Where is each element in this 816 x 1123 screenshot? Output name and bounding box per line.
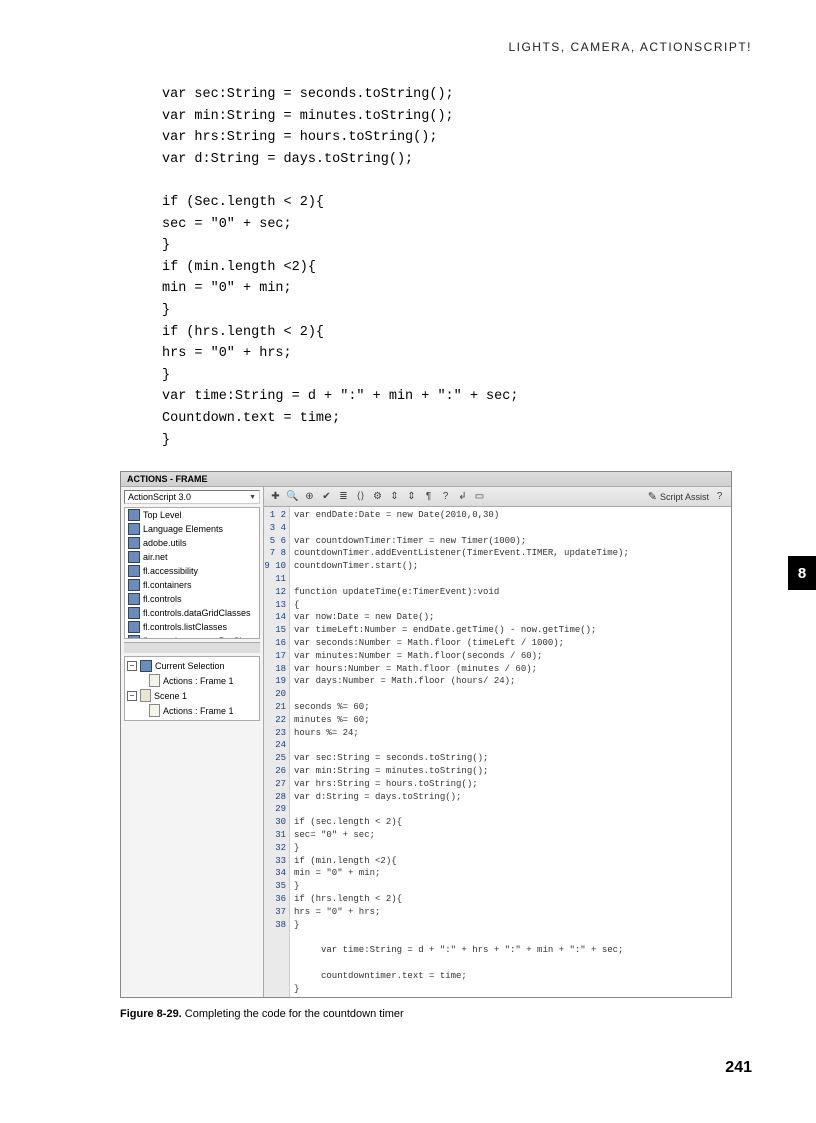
package-icon: [128, 565, 140, 577]
help-icon[interactable]: ?: [439, 490, 452, 503]
target-icon[interactable]: ⊕: [303, 490, 316, 503]
tree-item: fl.controls.progressBarClasses: [125, 634, 259, 639]
editor-toolbar: ✚ 🔍 ⊕ ✔ ≣ ⟨⟩ ⚙ ⇕ ⇕ ¶ ? ↲ ▭ ✎Script Assis…: [264, 487, 731, 507]
code-editor[interactable]: 1 2 3 4 5 6 7 8 9 10 11 12 13 14 15 16 1…: [264, 507, 731, 997]
package-icon: [128, 579, 140, 591]
chapter-tab: 8: [788, 556, 816, 590]
wand-icon: ✎: [648, 490, 657, 503]
running-head: LIGHTS, CAMERA, ACTIONSCRIPT!: [50, 40, 752, 54]
chevron-down-icon: ▼: [249, 494, 256, 501]
code-listing: var sec:String = seconds.toString(); var…: [162, 84, 752, 451]
debug-icon[interactable]: ⚙: [371, 490, 384, 503]
tree-item: fl.accessibility: [125, 564, 259, 578]
panel-title: ACTIONS - FRAME: [121, 472, 731, 487]
code-text[interactable]: var endDate:Date = new Date(2010,0,30) v…: [290, 507, 731, 997]
page-number: 241: [725, 1059, 752, 1077]
frame-icon: [149, 704, 160, 717]
scrollbar[interactable]: [124, 642, 260, 653]
dropdown-label: ActionScript 3.0: [128, 492, 191, 502]
collapse-icon[interactable]: −: [127, 661, 137, 671]
package-icon: [128, 537, 140, 549]
tree-item: adobe.utils: [125, 536, 259, 550]
script-assist-button[interactable]: ✎Script Assist: [648, 490, 709, 503]
expand-icon[interactable]: ⇕: [405, 490, 418, 503]
help-round-icon[interactable]: ?: [713, 490, 726, 503]
package-icon: [128, 607, 140, 619]
hint-icon[interactable]: ⟨⟩: [354, 490, 367, 503]
package-icon: [128, 593, 140, 605]
wrap-icon[interactable]: ↲: [456, 490, 469, 503]
package-icon: [128, 621, 140, 633]
scene-tree[interactable]: −Current Selection Actions : Frame 1 −Sc…: [124, 656, 260, 721]
tree-item: fl.controls.dataGridClasses: [125, 606, 259, 620]
package-icon: [128, 509, 140, 521]
package-icon: [128, 635, 140, 639]
collapse-icon[interactable]: −: [127, 691, 137, 701]
find-icon[interactable]: 🔍: [286, 490, 299, 503]
check-icon[interactable]: ✔: [320, 490, 333, 503]
line-gutter: 1 2 3 4 5 6 7 8 9 10 11 12 13 14 15 16 1…: [264, 507, 290, 997]
tree-item: fl.controls.listClasses: [125, 620, 259, 634]
options-icon[interactable]: ▭: [473, 490, 486, 503]
package-icon: [128, 551, 140, 563]
format-icon[interactable]: ≣: [337, 490, 350, 503]
add-icon[interactable]: ✚: [269, 490, 282, 503]
tree-item: Top Level: [125, 508, 259, 522]
collapse-icon[interactable]: ⇕: [388, 490, 401, 503]
ide-screenshot: ACTIONS - FRAME ActionScript 3.0 ▼ Top L…: [120, 471, 732, 998]
tree-item: Language Elements: [125, 522, 259, 536]
language-dropdown[interactable]: ActionScript 3.0 ▼: [124, 490, 260, 504]
scene-icon: [140, 689, 151, 702]
tree-item: fl.containers: [125, 578, 259, 592]
figure-caption: Figure 8-29. Completing the code for the…: [120, 1008, 752, 1020]
frame-icon: [149, 674, 160, 687]
package-tree[interactable]: Top Level Language Elements adobe.utils …: [124, 507, 260, 639]
package-icon: [128, 523, 140, 535]
selection-icon: [140, 660, 152, 672]
comment-icon[interactable]: ¶: [422, 490, 435, 503]
tree-item: air.net: [125, 550, 259, 564]
tree-item: fl.controls: [125, 592, 259, 606]
